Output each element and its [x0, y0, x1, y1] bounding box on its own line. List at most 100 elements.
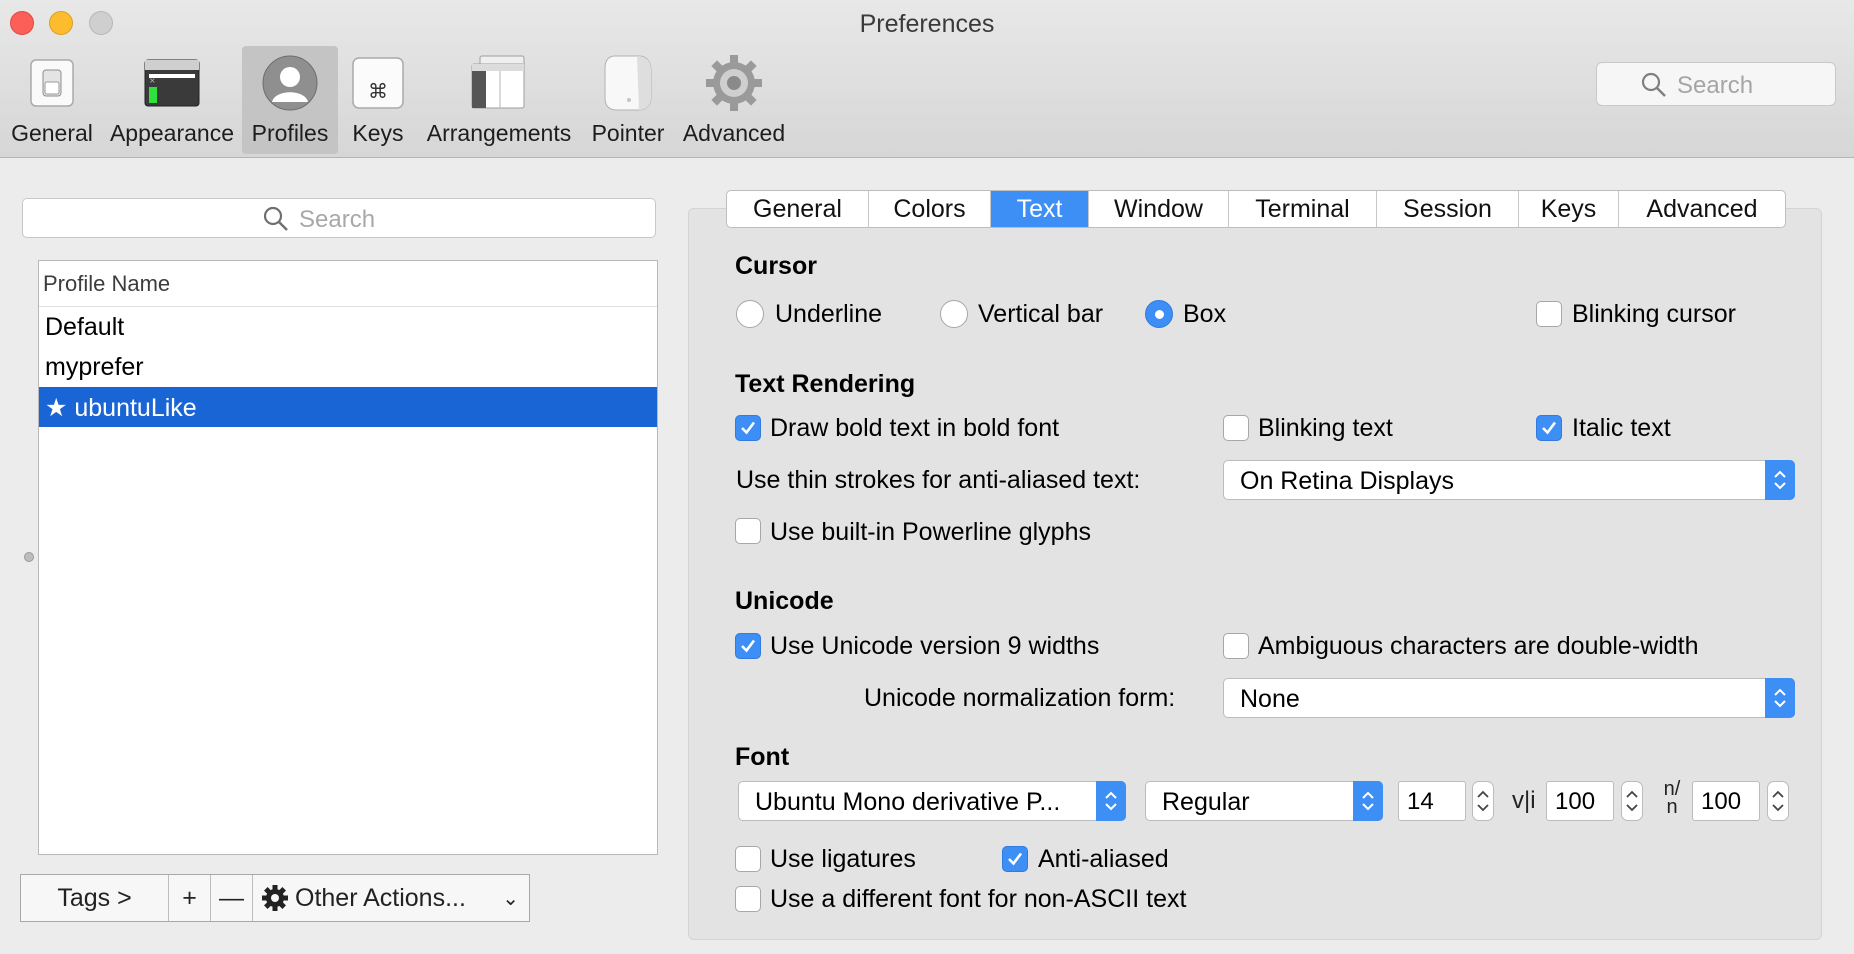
radio-vertical-bar[interactable] — [940, 300, 968, 328]
radio-box[interactable] — [1145, 300, 1173, 328]
font-size-stepper[interactable] — [1472, 781, 1494, 821]
horizontal-spacing-value: 100 — [1701, 788, 1742, 815]
vertical-spacing-field[interactable]: 100 — [1546, 781, 1614, 821]
checkmark-icon — [1542, 421, 1557, 435]
mouse-icon — [604, 55, 652, 111]
split-view-handle[interactable] — [24, 552, 34, 562]
thin-strokes-value: On Retina Displays — [1240, 467, 1454, 495]
bold-font-label: Draw bold text in bold font — [770, 414, 1060, 442]
thin-strokes-label: Use thin strokes for anti-aliased text: — [736, 466, 1141, 494]
non-ascii-font-label: Use a different font for non-ASCII text — [770, 885, 1187, 913]
toolbar-item-profiles[interactable]: Profiles — [242, 46, 338, 154]
font-size-value: 14 — [1407, 788, 1434, 815]
other-actions-menu[interactable]: Other Actions... ⌄ — [253, 875, 529, 921]
font-family-select[interactable]: Ubuntu Mono derivative P... — [738, 781, 1126, 821]
svg-text:⌘: ⌘ — [368, 79, 388, 103]
unicode-v9-label: Use Unicode version 9 widths — [770, 632, 1100, 660]
tab-general[interactable]: General — [727, 191, 869, 227]
windows-stack-icon — [471, 55, 525, 109]
profile-tabs: General Colors Text Window Terminal Sess… — [726, 190, 1786, 228]
powerline-glyphs-label: Use built-in Powerline glyphs — [770, 518, 1091, 546]
tab-colors[interactable]: Colors — [869, 191, 991, 227]
tab-session[interactable]: Session — [1377, 191, 1519, 227]
select-arrows-icon — [1765, 678, 1795, 718]
toolbar-label: Pointer — [591, 120, 665, 146]
font-style-value: Regular — [1162, 788, 1250, 816]
vertical-spacing-value: 100 — [1555, 788, 1596, 815]
horizontal-spacing-stepper[interactable] — [1767, 781, 1789, 821]
anti-aliased-label: Anti-aliased — [1038, 845, 1169, 873]
select-arrows-icon — [1096, 781, 1126, 821]
font-heading: Font — [735, 743, 790, 771]
window-toolbar: Preferences General × Appearance Profile… — [0, 0, 1854, 158]
user-silhouette-icon — [262, 55, 318, 111]
radio-vertical-bar-label: Vertical bar — [978, 300, 1104, 328]
radio-underline[interactable] — [736, 300, 764, 328]
checkbox-blinking-text[interactable] — [1223, 415, 1249, 441]
normalization-select[interactable]: None — [1223, 678, 1795, 718]
radio-underline-label: Underline — [775, 300, 883, 328]
select-arrows-icon — [1353, 781, 1383, 821]
profile-search-field[interactable]: Search — [22, 198, 656, 238]
horizontal-spacing-field[interactable]: 100 — [1692, 781, 1760, 821]
checkbox-ambiguous-double-width[interactable] — [1223, 633, 1249, 659]
checkbox-ligatures[interactable] — [735, 846, 761, 872]
profile-row[interactable]: myprefer — [39, 347, 657, 387]
vertical-spacing-stepper[interactable] — [1621, 781, 1643, 821]
toolbar-item-keys[interactable]: ⌘ Keys — [342, 46, 414, 154]
search-placeholder: Search — [1677, 72, 1754, 99]
unicode-heading: Unicode — [735, 587, 834, 615]
toolbar-item-arrangements[interactable]: Arrangements — [424, 46, 574, 154]
vertical-spacing-icon: v|i — [1512, 787, 1536, 814]
command-key-icon: ⌘ — [352, 57, 404, 109]
tags-button[interactable]: Tags > — [21, 875, 169, 921]
other-actions-label: Other Actions... — [295, 883, 466, 912]
italic-text-label: Italic text — [1572, 414, 1671, 442]
search-icon — [1641, 72, 1666, 97]
checkmark-icon — [741, 421, 756, 435]
select-arrows-icon — [1765, 460, 1795, 500]
checkbox-anti-aliased[interactable] — [1002, 846, 1028, 872]
switch-icon — [30, 59, 74, 107]
profile-row[interactable]: Default — [39, 307, 657, 347]
cursor-heading: Cursor — [735, 252, 817, 280]
horizontal-spacing-glyph: n/n — [1663, 778, 1681, 818]
checkbox-blinking-cursor[interactable] — [1536, 301, 1562, 327]
font-style-select[interactable]: Regular — [1145, 781, 1383, 821]
font-family-value: Ubuntu Mono derivative P... — [755, 788, 1061, 816]
horizontal-spacing-icon: n/n — [1660, 778, 1684, 818]
tab-advanced[interactable]: Advanced — [1619, 191, 1785, 227]
checkbox-non-ascii-font[interactable] — [735, 886, 761, 912]
tab-window[interactable]: Window — [1089, 191, 1229, 227]
toolbar-item-general[interactable]: General — [4, 46, 100, 154]
normalization-label: Unicode normalization form: — [864, 684, 1176, 712]
column-header-profile-name[interactable]: Profile Name — [39, 261, 657, 307]
tab-keys[interactable]: Keys — [1519, 191, 1619, 227]
profile-row-selected[interactable]: ★ ubuntuLike — [39, 387, 657, 427]
toolbar-item-advanced[interactable]: Advanced — [678, 46, 790, 154]
toolbar-search-field[interactable]: Search — [1596, 62, 1836, 106]
tab-text[interactable]: Text — [991, 191, 1089, 227]
tab-terminal[interactable]: Terminal — [1229, 191, 1377, 227]
add-profile-button[interactable]: + — [169, 875, 211, 921]
ligatures-label: Use ligatures — [770, 845, 916, 873]
text-rendering-heading: Text Rendering — [735, 370, 916, 398]
thin-strokes-select[interactable]: On Retina Displays — [1223, 460, 1795, 500]
toolbar-label: Keys — [352, 120, 404, 146]
search-placeholder: Search — [299, 206, 376, 233]
checkmark-icon — [741, 639, 756, 653]
toolbar-item-pointer[interactable]: Pointer — [584, 46, 672, 154]
toolbar-label: Arrangements — [426, 120, 572, 146]
checkbox-bold-font[interactable] — [735, 415, 761, 441]
checkbox-powerline-glyphs[interactable] — [735, 518, 761, 544]
terminal-window-icon: × — [144, 59, 200, 107]
svg-text:×: × — [149, 76, 156, 85]
profile-list: Profile Name Default myprefer ★ ubuntuLi… — [38, 260, 658, 855]
radio-box-label: Box — [1183, 300, 1227, 328]
checkbox-italic-text[interactable] — [1536, 415, 1562, 441]
font-size-field[interactable]: 14 — [1398, 781, 1466, 821]
toolbar-item-appearance[interactable]: × Appearance — [104, 46, 240, 154]
gear-icon — [262, 885, 288, 911]
remove-profile-button[interactable]: — — [211, 875, 253, 921]
checkbox-unicode-v9[interactable] — [735, 633, 761, 659]
